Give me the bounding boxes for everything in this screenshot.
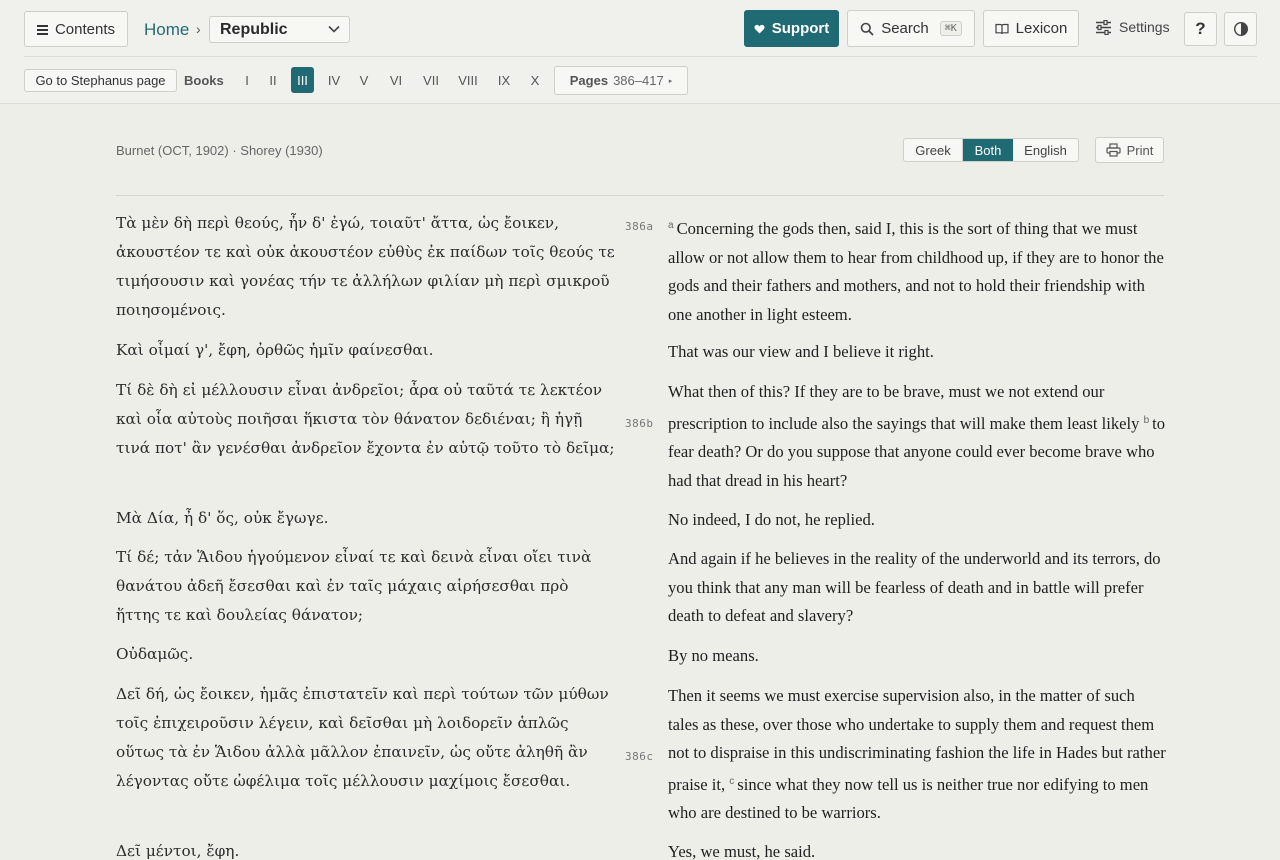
work-select[interactable]: Republic: [209, 16, 350, 43]
section-marker: b: [1143, 414, 1150, 426]
view-greek-button[interactable]: Greek: [904, 139, 963, 161]
help-label: ?: [1195, 19, 1206, 38]
search-label: Search: [881, 20, 929, 37]
book-link-2[interactable]: II: [265, 67, 281, 93]
help-button[interactable]: ?: [1184, 12, 1217, 46]
search-shortcut: ⌘K: [939, 21, 962, 36]
books-label: Books: [184, 73, 224, 88]
english-text: Concerning the gods then, said I, this i…: [668, 219, 1164, 324]
english-text: What then of this? If they are to be bra…: [668, 382, 1140, 433]
sliders-icon: [1096, 19, 1111, 35]
heart-icon: [754, 24, 765, 34]
pages-range: 386–417: [613, 73, 664, 88]
search-icon: [860, 22, 874, 36]
english-paragraph: What then of this? If they are to be bra…: [668, 378, 1168, 495]
pages-label: Pages: [569, 73, 609, 88]
top-bar: Contents Home › Republic Support Search …: [0, 0, 1280, 104]
search-button[interactable]: Search ⌘K: [847, 10, 975, 47]
goto-stephanus-button[interactable]: Go to Stephanus page: [24, 69, 177, 92]
greek-paragraph: Δεῖ δή, ὡς ἔοικεν, ἡμᾶς ἐπιστατεῖν καὶ π…: [116, 685, 609, 790]
english-paragraph: That was our view and I believe it right…: [668, 342, 934, 361]
breadcrumb-separator: ›: [196, 21, 201, 37]
header-divider: [24, 56, 1257, 57]
english-text: since what they now tell us is neither t…: [668, 774, 1149, 823]
expand-icon: ▸: [668, 77, 673, 85]
book-link-3[interactable]: III: [291, 67, 314, 93]
book-link-1[interactable]: I: [240, 67, 254, 93]
print-label: Print: [1126, 142, 1154, 158]
support-button[interactable]: Support: [744, 10, 839, 47]
book-link-6[interactable]: VI: [387, 67, 405, 93]
english-paragraph: No indeed, I do not, he replied.: [668, 510, 875, 529]
stephanus-ref[interactable]: 386c: [625, 750, 654, 763]
settings-button[interactable]: Settings: [1095, 19, 1170, 35]
greek-paragraph: Μὰ Δία, ἦ δ' ὅς, οὐκ ἔγωγε.: [116, 509, 329, 527]
contents-button[interactable]: Contents: [24, 11, 128, 47]
stephanus-ref[interactable]: 386a: [625, 220, 654, 233]
chevron-down-icon: [328, 25, 340, 33]
section-marker: c: [729, 775, 735, 787]
english-paragraph: a Concerning the gods then, said I, this …: [668, 212, 1168, 329]
menu-icon: [36, 24, 48, 35]
book-link-10[interactable]: X: [527, 67, 543, 93]
book-icon: [995, 23, 1009, 34]
greek-paragraph: Τὰ μὲν δὴ περὶ θεούς, ἦν δ' ἐγώ, τοιαῦτ'…: [116, 214, 615, 319]
theme-toggle-button[interactable]: [1224, 12, 1257, 46]
settings-label: Settings: [1119, 19, 1170, 35]
english-paragraph: And again if he believes in the reality …: [668, 549, 1161, 626]
view-english-button[interactable]: English: [1013, 139, 1078, 161]
lexicon-label: Lexicon: [1015, 20, 1068, 37]
content-divider: [116, 195, 1164, 196]
greek-paragraph: Καὶ οἶμαί γ', ἔφη, ὀρθῶς ἡμῖν φαίνεσθαι.: [116, 341, 434, 359]
stephanus-ref[interactable]: 386b: [625, 417, 654, 430]
book-link-9[interactable]: IX: [494, 67, 514, 93]
view-mode-toggle: Greek Both English: [903, 138, 1079, 162]
lexicon-button[interactable]: Lexicon: [983, 10, 1079, 47]
section-marker: a: [668, 220, 674, 231]
greek-paragraph: Τί δὲ δὴ εἰ μέλλουσιν εἶναι ἀνδρεῖοι; ἆρ…: [116, 381, 615, 457]
book-link-5[interactable]: V: [356, 67, 372, 93]
english-paragraph: Then it seems we must exercise supervisi…: [668, 682, 1168, 828]
english-paragraph: By no means.: [668, 646, 759, 665]
english-paragraph: Yes, we must, he said.: [668, 842, 816, 860]
half-moon-icon: [1233, 21, 1248, 37]
greek-paragraph: Οὐδαμῶς.: [116, 645, 194, 663]
greek-paragraph: Δεῖ μέντοι, ἔφη.: [116, 842, 240, 860]
work-select-value: Republic: [220, 21, 288, 38]
breadcrumb-home-link[interactable]: Home: [144, 20, 189, 40]
book-link-7[interactable]: VII: [420, 67, 442, 93]
book-link-4[interactable]: IV: [325, 67, 343, 93]
pages-dropdown[interactable]: Pages 386–417 ▸: [554, 66, 688, 95]
view-both-button[interactable]: Both: [963, 139, 1013, 161]
printer-icon: [1106, 143, 1121, 157]
print-button[interactable]: Print: [1095, 137, 1164, 163]
source-edition: Burnet (OCT, 1902) · Shorey (1930): [116, 143, 323, 158]
support-label: Support: [771, 20, 830, 37]
contents-label: Contents: [54, 20, 116, 38]
greek-paragraph: Τί δέ; τἀν Ἅιδου ἡγούμενον εἶναί τε καὶ …: [116, 548, 592, 624]
book-link-8[interactable]: VIII: [455, 67, 481, 93]
